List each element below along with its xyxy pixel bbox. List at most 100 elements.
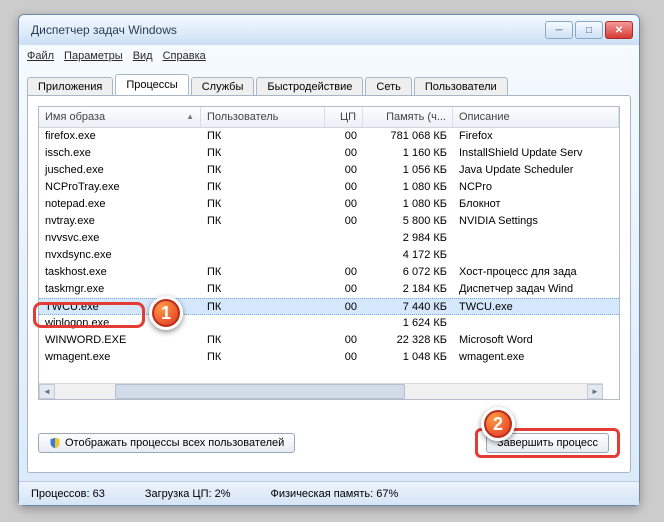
cell-cpu: 00: [325, 128, 363, 145]
cell-image: notepad.exe: [39, 196, 201, 213]
tab-network[interactable]: Сеть: [365, 77, 411, 96]
status-memory: Физическая память: 67%: [271, 488, 399, 500]
table-row[interactable]: wmagent.exeПК001 048 КБwmagent.exe: [39, 349, 619, 366]
cell-user: [201, 315, 325, 332]
cell-image: issch.exe: [39, 145, 201, 162]
cell-user: ПК: [201, 332, 325, 349]
cell-image: taskmgr.exe: [39, 281, 201, 298]
table-row[interactable]: nvtray.exeПК005 800 КБNVIDIA Settings: [39, 213, 619, 230]
cell-mem: 1 056 КБ: [363, 162, 453, 179]
cell-mem: 5 800 КБ: [363, 213, 453, 230]
window-title: Диспетчер задач Windows: [25, 23, 545, 37]
scroll-right-icon[interactable]: ►: [587, 384, 603, 399]
menu-help[interactable]: Справка: [163, 50, 206, 62]
tab-services[interactable]: Службы: [191, 77, 255, 96]
cell-desc: [453, 230, 619, 247]
horizontal-scrollbar[interactable]: ◄ ►: [39, 383, 603, 399]
table-row[interactable]: nvvsvc.exe2 984 КБ: [39, 230, 619, 247]
menu-view[interactable]: Вид: [133, 50, 153, 62]
tab-performance[interactable]: Быстродействие: [256, 77, 363, 96]
cell-desc: TWCU.exe: [453, 299, 619, 314]
table-row[interactable]: NCProTray.exeПК001 080 КБNCPro: [39, 179, 619, 196]
cell-mem: 1 080 КБ: [363, 179, 453, 196]
tab-processes[interactable]: Процессы: [115, 74, 188, 95]
cell-cpu: 00: [325, 196, 363, 213]
shield-icon: [49, 437, 61, 449]
cell-cpu: [325, 230, 363, 247]
cell-desc: NVIDIA Settings: [453, 213, 619, 230]
cell-desc: Блокнот: [453, 196, 619, 213]
cell-mem: 6 072 КБ: [363, 264, 453, 281]
cell-desc: InstallShield Update Serv: [453, 145, 619, 162]
cell-mem: 1 080 КБ: [363, 196, 453, 213]
table-row[interactable]: taskhost.exeПК006 072 КБХост-процесс для…: [39, 264, 619, 281]
menu-file[interactable]: Файл: [27, 50, 54, 62]
cell-mem: 1 624 КБ: [363, 315, 453, 332]
show-all-users-button[interactable]: Отображать процессы всех пользователей: [38, 433, 295, 453]
cell-mem: 22 328 КБ: [363, 332, 453, 349]
annotation-marker-2: 2: [481, 407, 515, 441]
cell-desc: NCPro: [453, 179, 619, 196]
cell-desc: Диспетчер задач Wind: [453, 281, 619, 298]
table-row[interactable]: winlogon.exe1 624 КБ: [39, 315, 619, 332]
table-row[interactable]: notepad.exeПК001 080 КББлокнот: [39, 196, 619, 213]
cell-user: ПК: [201, 213, 325, 230]
sort-asc-icon: ▲: [186, 112, 194, 121]
table-row[interactable]: firefox.exeПК00781 068 КБFirefox: [39, 128, 619, 145]
col-memory[interactable]: Память (ч...: [363, 107, 453, 127]
cell-user: [201, 230, 325, 247]
col-description[interactable]: Описание: [453, 107, 619, 127]
table-row[interactable]: issch.exeПК001 160 КБInstallShield Updat…: [39, 145, 619, 162]
cell-cpu: 00: [325, 145, 363, 162]
cell-mem: 1 048 КБ: [363, 349, 453, 366]
col-user[interactable]: Пользователь: [201, 107, 325, 127]
table-row[interactable]: TWCU.exeПК007 440 КБTWCU.exe: [39, 298, 619, 315]
cell-cpu: 00: [325, 349, 363, 366]
cell-cpu: 00: [325, 332, 363, 349]
col-cpu[interactable]: ЦП: [325, 107, 363, 127]
table-row[interactable]: taskmgr.exeПК002 184 КБДиспетчер задач W…: [39, 281, 619, 298]
task-manager-window: Диспетчер задач Windows ─ □ ✕ Файл Парам…: [18, 14, 640, 506]
cell-image: firefox.exe: [39, 128, 201, 145]
cell-mem: 2 184 КБ: [363, 281, 453, 298]
minimize-button[interactable]: ─: [545, 21, 573, 39]
cell-mem: 2 984 КБ: [363, 230, 453, 247]
status-cpu: Загрузка ЦП: 2%: [145, 488, 231, 500]
maximize-button[interactable]: □: [575, 21, 603, 39]
cell-image: wmagent.exe: [39, 349, 201, 366]
status-processes: Процессов: 63: [31, 488, 105, 500]
cell-image: taskhost.exe: [39, 264, 201, 281]
tab-users[interactable]: Пользователи: [414, 77, 508, 96]
cell-cpu: 00: [325, 162, 363, 179]
cell-user: ПК: [201, 299, 325, 314]
cell-desc: Firefox: [453, 128, 619, 145]
cell-cpu: 00: [325, 264, 363, 281]
cell-desc: Microsoft Word: [453, 332, 619, 349]
table-row[interactable]: jusched.exeПК001 056 КБJava Update Sched…: [39, 162, 619, 179]
cell-desc: [453, 315, 619, 332]
menu-options[interactable]: Параметры: [64, 50, 123, 62]
cell-mem: 781 068 КБ: [363, 128, 453, 145]
annotation-marker-1: 1: [149, 296, 183, 330]
titlebar[interactable]: Диспетчер задач Windows ─ □ ✕: [19, 15, 639, 45]
tab-applications[interactable]: Приложения: [27, 77, 113, 96]
cell-desc: wmagent.exe: [453, 349, 619, 366]
cell-cpu: 00: [325, 213, 363, 230]
close-button[interactable]: ✕: [605, 21, 633, 39]
cell-cpu: 00: [325, 179, 363, 196]
cell-cpu: 00: [325, 299, 363, 314]
scroll-thumb[interactable]: [115, 384, 405, 399]
cell-desc: [453, 247, 619, 264]
table-row[interactable]: WINWORD.EXEПК0022 328 КБMicrosoft Word: [39, 332, 619, 349]
cell-user: ПК: [201, 145, 325, 162]
cell-image: WINWORD.EXE: [39, 332, 201, 349]
scroll-left-icon[interactable]: ◄: [39, 384, 55, 399]
cell-image: NCProTray.exe: [39, 179, 201, 196]
cell-user: ПК: [201, 264, 325, 281]
process-listview[interactable]: Имя образа▲ Пользователь ЦП Память (ч...…: [38, 106, 620, 400]
cell-user: ПК: [201, 196, 325, 213]
cell-user: ПК: [201, 179, 325, 196]
table-row[interactable]: nvxdsync.exe4 172 КБ: [39, 247, 619, 264]
col-image-name[interactable]: Имя образа▲: [39, 107, 201, 127]
cell-desc: Java Update Scheduler: [453, 162, 619, 179]
